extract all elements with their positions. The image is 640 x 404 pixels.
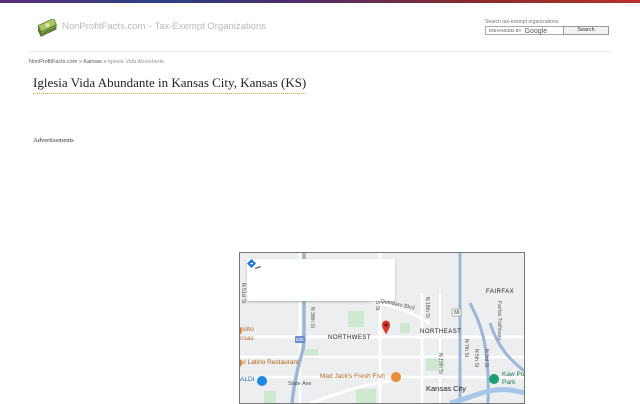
advertisements-label: Advertisements <box>33 137 74 144</box>
poi-label-mad-jacks: Mad Jack's Fresh Fish <box>320 373 385 380</box>
street-label: N 3rd St <box>483 349 489 368</box>
route-shield-69: 69 <box>454 310 460 316</box>
directions-icon[interactable] <box>247 259 256 268</box>
money-stack-icon[interactable] <box>37 19 57 37</box>
breadcrumb-current: Iglesia Vida Abundante <box>107 59 165 65</box>
neighborhood-label-fairfax: FAIRFAX <box>486 289 515 295</box>
street-label-state-ave: State Ave <box>288 381 312 387</box>
poi-label-kaw-point: Kaw Po <box>502 371 525 378</box>
breadcrumb-home-link[interactable]: NonProfitFacts.com <box>29 59 77 65</box>
site-title[interactable]: NonProfitFacts.com - Tax-Exempt Organizati… <box>62 21 266 32</box>
street-label: Fairfax Trafficway <box>496 301 502 341</box>
street-label: N 18th St <box>424 297 430 318</box>
city-label-kansas-city: Kansas City <box>426 384 467 393</box>
google-wordmark: Google <box>524 28 548 35</box>
breadcrumb-separator: » <box>103 59 107 65</box>
breadcrumb: NonProfitFacts.com » Kansas » Iglesia Vi… <box>29 59 164 65</box>
street-label: N 38th St <box>309 307 315 328</box>
search-button[interactable]: Search <box>563 26 609 35</box>
poi-label-aldi: ALDI <box>240 376 255 383</box>
poi-label-park: Park <box>502 379 516 386</box>
neighborhood-label-northeast: NORTHEAST <box>420 329 462 335</box>
poi-label: nsas <box>240 335 254 342</box>
location-map[interactable]: N 51st St N 38th St S St Quindaro Blvd N… <box>239 252 525 404</box>
search-input[interactable]: ENHANCED BY Google <box>485 26 566 35</box>
route-shield-635: 635 <box>296 337 304 342</box>
street-label: N 7th St <box>463 339 469 358</box>
map-info-card[interactable] <box>247 259 395 301</box>
poi-label-latino-restaurant: or Latino Restaurant <box>240 359 299 366</box>
breadcrumb-state-link[interactable]: Kansas <box>83 59 101 65</box>
breadcrumb-separator: » <box>78 59 82 65</box>
site-name[interactable]: NonProfitFacts.com <box>62 21 145 32</box>
street-label: N 10th St <box>437 353 443 374</box>
header-divider <box>28 51 612 52</box>
poi-label: ncito <box>240 326 254 333</box>
top-accent-bar <box>0 0 640 3</box>
neighborhood-label-northwest: NORTHWEST <box>328 335 372 341</box>
street-label: N 51st St <box>240 283 246 304</box>
street-label: N 5th St <box>473 349 479 368</box>
site-tagline: Tax-Exempt Organizations <box>154 21 267 32</box>
enhanced-by-label: ENHANCED BY <box>489 28 522 33</box>
search-label: Search tax-exempt organizations: <box>485 19 560 25</box>
page-title: Iglesia Vida Abundante in Kansas City, K… <box>33 75 307 94</box>
title-separator: - <box>148 21 152 32</box>
